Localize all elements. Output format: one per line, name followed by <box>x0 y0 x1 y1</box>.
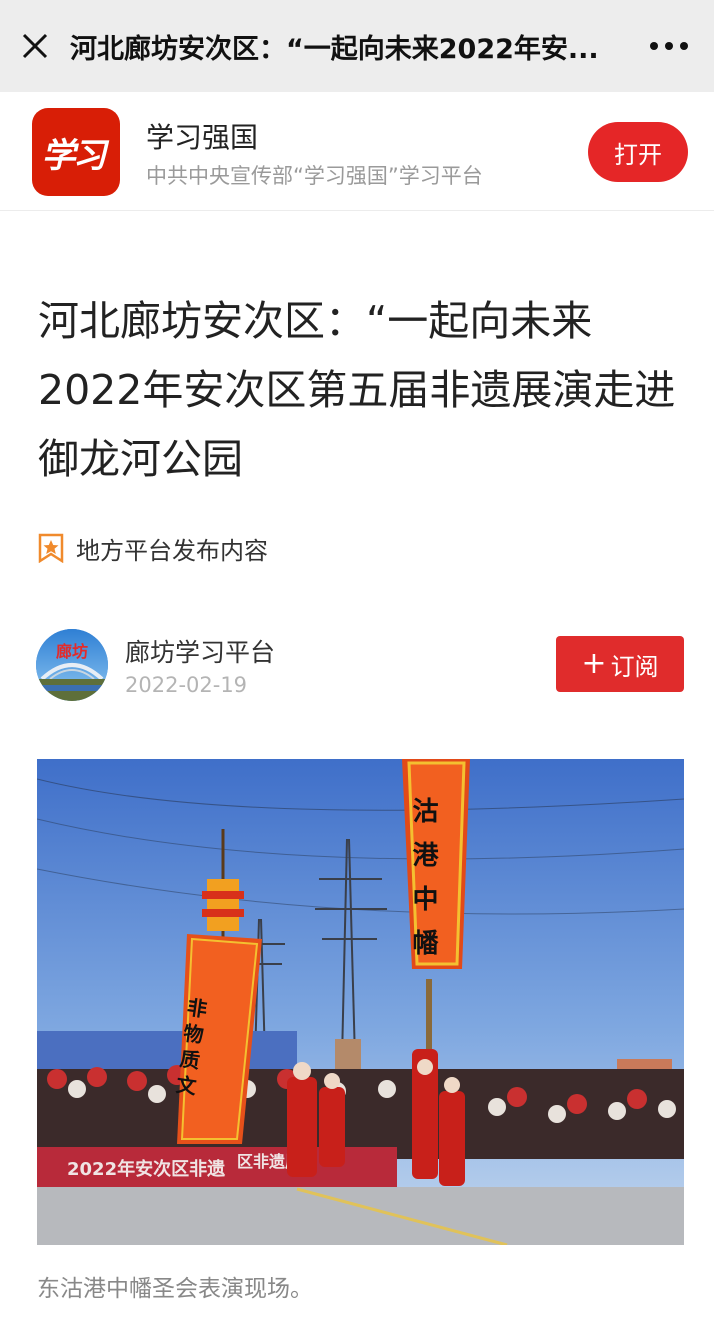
app-logo: 学习 <box>32 108 120 196</box>
app-logo-text: 学习 <box>40 135 111 176</box>
app-name: 学习强国 <box>146 121 259 154</box>
top-nav-bar: 河北廊坊安次区：“一起向未来2022年安... <box>0 0 714 92</box>
subscribe-button[interactable]: + 订阅 <box>556 636 684 692</box>
more-dots-icon <box>650 42 688 50</box>
avatar-logo-text: 廊坊 <box>56 642 88 661</box>
photo-caption: 东沽港中幡圣会表演现场。 <box>37 1276 313 1302</box>
article-title: 河北廊坊安次区：“一起向未来2022年安次区第五届非遗展演走进御龙河公园 <box>38 297 676 483</box>
performance-photo: 2022年安次区非遗 区非遗展 非物质文 沽港中幡 <box>37 759 684 1245</box>
article-photo[interactable]: 2022年安次区非遗 区非遗展 非物质文 沽港中幡 <box>37 759 684 1245</box>
page-title: 河北廊坊安次区：“一起向未来2022年安... <box>70 33 599 65</box>
close-icon <box>22 33 48 59</box>
article-content: 河北廊坊安次区：“一起向未来2022年安次区第五届非遗展演走进御龙河公园 地方平… <box>0 211 714 1323</box>
author-name[interactable]: 廊坊学习平台 <box>125 633 275 669</box>
subscribe-label: 订阅 <box>610 652 659 681</box>
bookmark-star-icon <box>38 533 64 563</box>
right-banner-text: 沽港中幡 <box>408 797 438 973</box>
plus-icon: + <box>581 646 607 681</box>
close-button[interactable] <box>0 0 70 92</box>
app-promo-banner: 学习 学习强国 中共中央宣传部“学习强国”学习平台 打开 <box>0 92 714 211</box>
author-avatar[interactable]: 廊坊 <box>36 629 108 701</box>
publish-date: 2022-02-19 <box>125 673 248 697</box>
app-description: 中共中央宣传部“学习强国”学习平台 <box>146 164 483 188</box>
open-app-button[interactable]: 打开 <box>588 122 688 182</box>
source-label: 地方平台发布内容 <box>76 536 268 565</box>
stage-banner-text-left: 2022年安次区非遗 <box>67 1158 225 1180</box>
author-row: 廊坊 廊坊学习平台 2022-02-19 + 订阅 <box>36 629 686 705</box>
source-tag: 地方平台发布内容 <box>38 532 268 565</box>
more-button[interactable] <box>624 0 714 92</box>
avatar-image: 廊坊 <box>36 629 108 701</box>
